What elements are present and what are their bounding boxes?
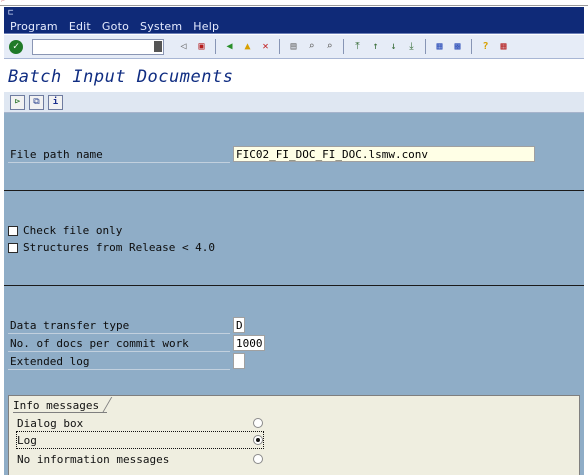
copy-icon[interactable]: ⧉ — [29, 95, 44, 110]
menu-goto[interactable]: Goto — [102, 20, 129, 33]
back-icon[interactable]: ◀ — [222, 39, 237, 54]
standard-toolbar: ✓ ◁ ▣ ◀ ▲ ✕ ▤ ⌕ ⌕ ⤒ ↑ ↓ ⤓ ▦ ▩ ? ▦ — [4, 35, 584, 59]
menu-help[interactable]: Help — [193, 20, 219, 33]
check-file-only-checkbox[interactable] — [8, 225, 18, 236]
last-page-icon[interactable]: ⤓ — [404, 39, 419, 54]
file-path-label: File path name — [10, 148, 103, 161]
extended-log-input[interactable] — [233, 353, 245, 369]
menu-edit[interactable]: Edit — [69, 20, 91, 33]
section-divider — [4, 190, 584, 191]
next-page-icon[interactable]: ↓ — [386, 39, 401, 54]
previous-page-icon[interactable]: ↑ — [368, 39, 383, 54]
layout-menu-icon[interactable]: ▦ — [496, 39, 511, 54]
save-icon[interactable]: ▣ — [194, 39, 209, 54]
toolbar-separator — [215, 39, 216, 54]
check-file-only-option[interactable]: Check file only — [8, 224, 122, 237]
help-icon[interactable]: ? — [478, 39, 493, 54]
menu-bar: ⊏ Program Edit Goto System Help — [4, 7, 584, 34]
radio-log[interactable]: Log — [16, 431, 264, 449]
create-session-icon[interactable]: ▦ — [432, 39, 447, 54]
info-icon[interactable]: i — [48, 95, 63, 110]
print-icon[interactable]: ▤ — [286, 39, 301, 54]
page-title: Batch Input Documents — [8, 67, 234, 87]
radio-no-information-messages[interactable]: No information messages — [17, 451, 263, 467]
find-next-icon[interactable]: ⌕ — [322, 39, 337, 54]
toolbar-icons: ◁ ▣ ◀ ▲ ✕ ▤ ⌕ ⌕ ⤒ ↑ ↓ ⤓ ▦ ▩ ? ▦ — [176, 39, 511, 54]
menu-program[interactable]: Program — [10, 20, 58, 33]
application-toolbar: ⊳ ⧉ i — [4, 92, 584, 113]
main-screen: File path name Check file only Structure… — [4, 113, 584, 475]
menu-system[interactable]: System — [140, 20, 182, 33]
info-messages-group: Info messages Dialog box Log No informat… — [8, 395, 580, 475]
toolbar-separator — [279, 39, 280, 54]
structures-release-label: Structures from Release < 4.0 — [23, 241, 216, 254]
find-icon[interactable]: ⌕ — [304, 39, 319, 54]
docs-per-commit-input[interactable] — [233, 335, 265, 351]
data-transfer-type-label: Data transfer type — [10, 319, 130, 332]
structures-release-option[interactable]: Structures from Release < 4.0 — [8, 241, 215, 254]
radio-log-button[interactable] — [253, 435, 263, 445]
toolbar-separator — [425, 39, 426, 54]
shortcut-icon[interactable]: ▩ — [450, 39, 465, 54]
title-bar: Batch Input Documents — [4, 60, 584, 92]
system-menu-icon[interactable]: ⊏ — [8, 8, 13, 18]
data-transfer-type-input[interactable] — [233, 317, 245, 333]
check-file-only-label: Check file only — [23, 224, 123, 237]
exit-icon[interactable]: ▲ — [240, 39, 255, 54]
extended-log-label: Extended log — [10, 355, 90, 368]
docs-per-commit-label: No. of docs per commit work — [10, 337, 189, 350]
toolbar-separator — [471, 39, 472, 54]
command-field[interactable] — [32, 39, 164, 55]
radio-log-label: Log — [17, 433, 37, 447]
sap-window: ⌐ ⊏ Program Edit Goto System Help ✓ ◁ ▣ … — [0, 0, 588, 475]
cancel-icon[interactable]: ✕ — [258, 39, 273, 54]
command-history-icon[interactable] — [154, 41, 162, 52]
execute-icon[interactable]: ⊳ — [10, 95, 25, 110]
section-divider — [4, 285, 584, 286]
radio-dialog-box-button[interactable] — [253, 418, 263, 428]
enter-check-icon[interactable]: ✓ — [9, 40, 23, 54]
first-page-icon[interactable]: ⤒ — [350, 39, 365, 54]
menu-list: Program Edit Goto System Help — [10, 20, 219, 33]
radio-dialog-box[interactable]: Dialog box — [17, 415, 263, 431]
radio-no-information-messages-button[interactable] — [253, 454, 263, 464]
file-path-input[interactable] — [233, 146, 535, 162]
corner-mark: ⌐ — [1, 0, 5, 5]
radio-no-information-messages-label: No information messages — [17, 452, 170, 466]
structures-release-checkbox[interactable] — [8, 242, 18, 253]
info-messages-title: Info messages — [13, 399, 108, 413]
top-rule — [0, 5, 588, 6]
toolbar-separator — [343, 39, 344, 54]
radio-dialog-box-label: Dialog box — [17, 416, 84, 430]
toolbar-arrow-icon[interactable]: ◁ — [176, 39, 191, 54]
